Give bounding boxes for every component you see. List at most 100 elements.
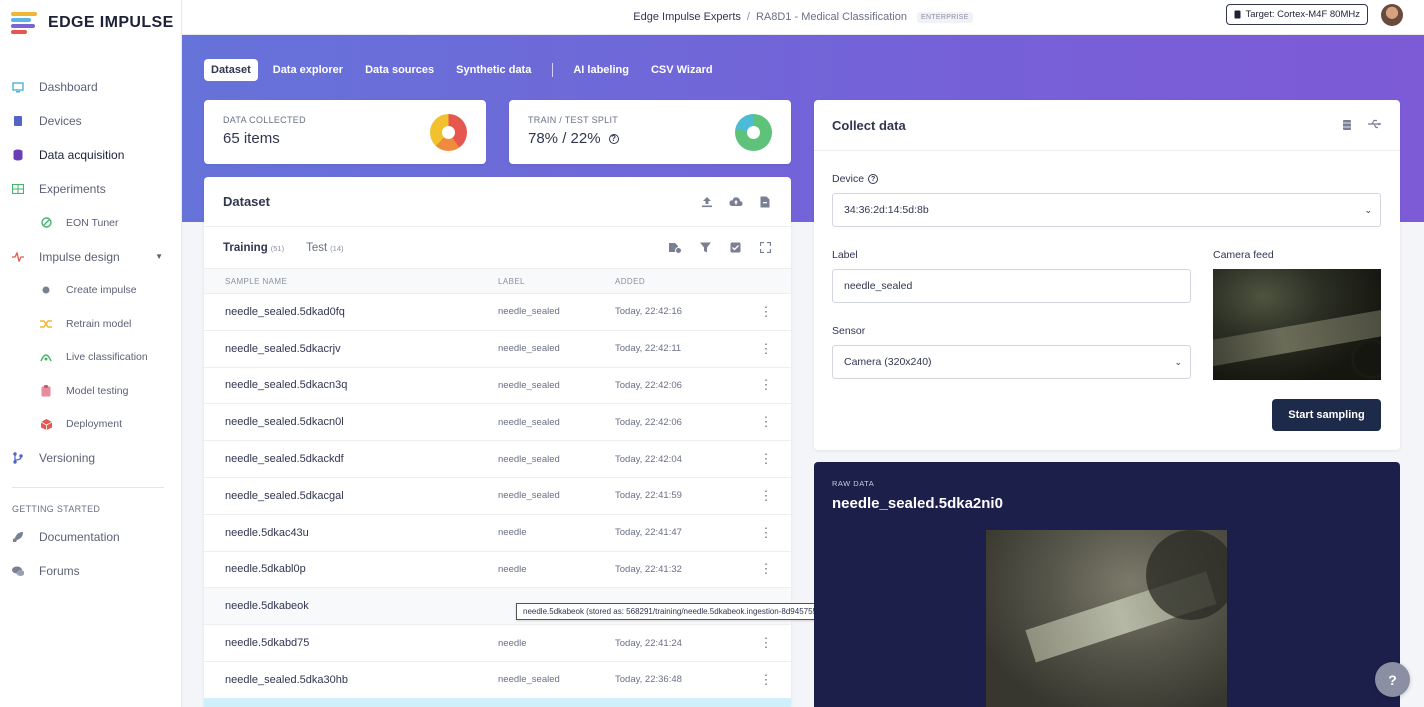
clipboard-icon bbox=[40, 384, 52, 397]
sidebar-item-forums[interactable]: Forums bbox=[0, 554, 181, 588]
sidebar-item-eon-tuner[interactable]: EON Tuner bbox=[0, 206, 181, 240]
sidebar-item-data-acquisition[interactable]: Data acquisition bbox=[0, 138, 181, 172]
breadcrumb-org[interactable]: Edge Impulse Experts bbox=[633, 11, 741, 23]
help-circle-icon[interactable]: ? bbox=[868, 174, 879, 184]
file-export-icon[interactable] bbox=[758, 196, 772, 208]
column-header-added[interactable]: ADDED bbox=[615, 268, 741, 294]
row-menu-icon[interactable]: ⋮ bbox=[741, 477, 791, 515]
help-circle-icon[interactable]: ? bbox=[608, 133, 619, 144]
avatar[interactable] bbox=[1381, 4, 1403, 26]
cloud-upload-icon[interactable] bbox=[729, 196, 743, 208]
table-row[interactable]: needle_sealed.5dkacgal needle_sealed Today… bbox=[204, 477, 791, 515]
added-cell: Today, 22:42:11 bbox=[615, 330, 741, 368]
table-row[interactable]: needle_sealed.5dkad0fq needle_sealed Today… bbox=[204, 293, 791, 331]
target-device-button[interactable]: Target: Cortex-M4F 80MHz bbox=[1226, 4, 1368, 25]
tuner-icon bbox=[40, 217, 52, 229]
sidebar-item-devices[interactable]: Devices bbox=[0, 104, 181, 138]
row-menu-icon[interactable]: ⋮ bbox=[741, 661, 791, 699]
tab-synthetic-data[interactable]: Synthetic data bbox=[449, 59, 538, 81]
camera-feed-label: Camera feed bbox=[1213, 249, 1274, 261]
tab-data-explorer[interactable]: Data explorer bbox=[266, 59, 350, 81]
sidebar-item-experiments[interactable]: Experiments bbox=[0, 172, 181, 206]
table-icon bbox=[12, 183, 24, 195]
sample-name-cell: needle_sealed.5dkacn0l bbox=[204, 403, 498, 442]
sidebar-item-impulse-design[interactable]: Impulse design ▼ bbox=[0, 240, 181, 274]
row-menu-icon[interactable]: ⋮ bbox=[741, 330, 791, 368]
dataset-card: Dataset Training (51) Test (14) SAMPLE NAM… bbox=[204, 177, 791, 707]
sidebar-item-retrain-model[interactable]: Retrain model bbox=[0, 307, 181, 341]
row-menu-icon[interactable]: ⋮ bbox=[741, 403, 791, 442]
label-cell: needle bbox=[498, 551, 615, 589]
table-row[interactable]: needle.5dkabd75 needle Today, 22:41:24 ⋮ bbox=[204, 624, 791, 662]
label-cell: needle_sealed bbox=[498, 440, 615, 478]
device-select[interactable]: 34:36:2d:14:5d:8b ⌄ bbox=[832, 193, 1381, 227]
row-menu-icon[interactable]: ⋮ bbox=[741, 440, 791, 478]
sidebar-item-create-impulse[interactable]: Create impulse bbox=[0, 274, 181, 308]
sample-name-cell: needle_sealed.5dkacgal bbox=[204, 477, 498, 515]
tab-test[interactable]: Test (14) bbox=[306, 242, 343, 254]
sidebar-item-label: Versioning bbox=[39, 451, 96, 465]
filter-icon[interactable] bbox=[698, 242, 712, 254]
sidebar-item-documentation[interactable]: Documentation bbox=[0, 520, 181, 554]
sidebar-item-dashboard[interactable]: Dashboard bbox=[0, 70, 181, 104]
added-cell: Today, 22:41:59 bbox=[615, 477, 741, 515]
table-row[interactable]: needle_sealed.5dkackdf needle_sealed Today… bbox=[204, 440, 791, 478]
select-checkbox-icon[interactable] bbox=[728, 242, 742, 254]
label-cell: needle_sealed bbox=[498, 367, 615, 405]
logo[interactable]: EDGE IMPULSE bbox=[0, 0, 181, 46]
usb-icon[interactable] bbox=[1368, 119, 1382, 131]
sidebar-item-label: Retrain model bbox=[66, 317, 132, 330]
label-cell: needle_sealed bbox=[498, 330, 615, 368]
table-row[interactable]: needle.5dkabl0p needle Today, 22:41:32 ⋮ bbox=[204, 551, 791, 589]
table-row[interactable]: needle_sealed.5dkacrjv needle_sealed Today… bbox=[204, 330, 791, 368]
sensor-value: Camera (320x240) bbox=[844, 356, 932, 368]
chevron-down-icon[interactable]: ▼ bbox=[155, 252, 163, 261]
pulse-icon bbox=[12, 251, 24, 263]
raw-data-caption: RAW DATA bbox=[832, 479, 875, 488]
device-label-row: Device ? bbox=[832, 173, 879, 185]
row-menu-icon[interactable]: ⋮ bbox=[741, 624, 791, 662]
branch-icon bbox=[12, 452, 24, 464]
help-button[interactable]: ? bbox=[1375, 662, 1410, 697]
row-menu-icon[interactable]: ⋮ bbox=[741, 367, 791, 405]
start-sampling-button[interactable]: Start sampling bbox=[1272, 399, 1381, 431]
sidebar-item-versioning[interactable]: Versioning bbox=[0, 441, 181, 475]
breadcrumb-project[interactable]: RA8D1 - Medical Classification bbox=[756, 11, 907, 23]
table-row[interactable]: needle.5dkac43u needle Today, 22:41:47 ⋮ bbox=[204, 514, 791, 552]
expand-icon[interactable] bbox=[758, 241, 772, 254]
sidebar-item-model-testing[interactable]: Model testing bbox=[0, 374, 181, 408]
monitor-icon bbox=[12, 81, 24, 93]
tab-dataset[interactable]: Dataset bbox=[204, 59, 258, 81]
upload-icon[interactable] bbox=[700, 196, 714, 208]
sidebar-item-deployment[interactable]: Deployment bbox=[0, 408, 181, 442]
label-settings-icon[interactable] bbox=[668, 242, 682, 254]
sidebar-item-live-classification[interactable]: Live classification bbox=[0, 341, 181, 375]
test-label: Test bbox=[306, 241, 328, 254]
sensor-label: Sensor bbox=[832, 325, 866, 337]
row-menu-icon[interactable]: ⋮ bbox=[741, 514, 791, 552]
rocket-icon bbox=[12, 531, 24, 543]
label-input[interactable]: needle_sealed bbox=[832, 269, 1191, 303]
tab-training[interactable]: Training (51) bbox=[223, 242, 284, 254]
tab-ai-labeling[interactable]: AI labeling bbox=[566, 59, 636, 81]
sample-name-cell: needle_sealed.5dkacrjv bbox=[204, 330, 498, 368]
table-row[interactable]: needle_sealed.5dkacn0l needle_sealed Today… bbox=[204, 403, 791, 442]
chip-icon bbox=[12, 115, 24, 127]
sidebar-item-label: Experiments bbox=[39, 182, 106, 196]
target-label: Target: Cortex-M4F 80MHz bbox=[1245, 9, 1360, 20]
column-header-label[interactable]: LABEL bbox=[498, 268, 615, 294]
selected-row-strip bbox=[204, 698, 791, 707]
table-row[interactable]: needle_sealed.5dka30hb needle_sealed Today… bbox=[204, 661, 791, 699]
row-menu-icon[interactable]: ⋮ bbox=[741, 551, 791, 589]
chip-icon[interactable] bbox=[1340, 119, 1354, 131]
raw-sample-image bbox=[986, 530, 1227, 707]
breadcrumb-separator: / bbox=[746, 11, 750, 23]
tab-divider bbox=[552, 63, 554, 77]
added-cell: Today, 22:42:16 bbox=[615, 293, 741, 331]
tab-csv-wizard[interactable]: CSV Wizard bbox=[644, 59, 720, 81]
sensor-select[interactable]: Camera (320x240) ⌄ bbox=[832, 345, 1191, 379]
column-header-sample-name[interactable]: SAMPLE NAME bbox=[204, 268, 498, 294]
table-row[interactable]: needle_sealed.5dkacn3q needle_sealed Today… bbox=[204, 367, 791, 405]
row-menu-icon[interactable]: ⋮ bbox=[741, 293, 791, 331]
tab-data-sources[interactable]: Data sources bbox=[358, 59, 441, 81]
